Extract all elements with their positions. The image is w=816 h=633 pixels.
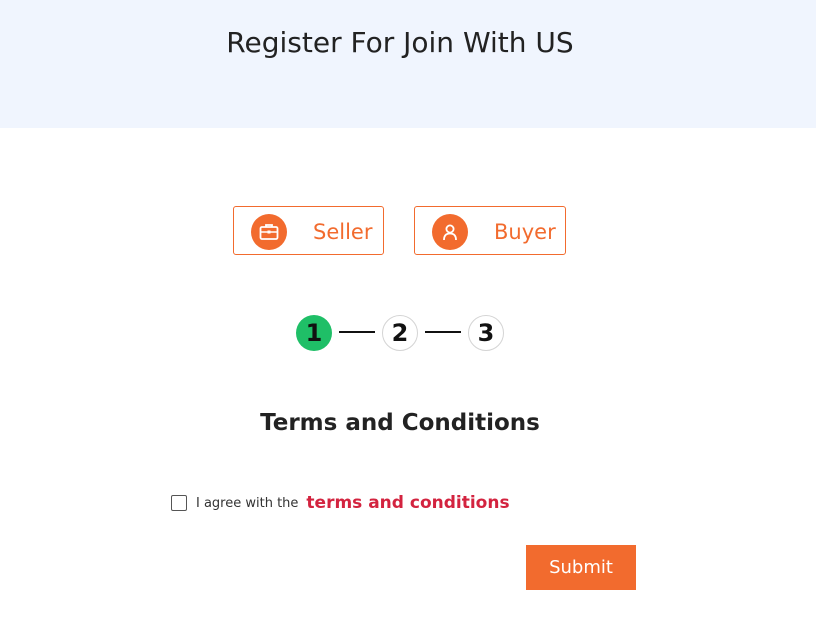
step-connector xyxy=(425,331,461,333)
section-title: Terms and Conditions xyxy=(260,410,540,436)
seller-button[interactable]: Seller xyxy=(233,206,384,255)
submit-button[interactable]: Submit xyxy=(526,545,636,590)
agree-text: I agree with the xyxy=(196,495,299,511)
buyer-button[interactable]: Buyer xyxy=(414,206,566,255)
step-3-indicator: 3 xyxy=(468,315,504,351)
briefcase-icon xyxy=(251,214,287,250)
page-header: Register For Join With US xyxy=(0,0,816,128)
buyer-label: Buyer xyxy=(494,220,556,244)
agree-checkbox[interactable] xyxy=(171,495,187,511)
user-icon xyxy=(432,214,468,250)
step-connector xyxy=(339,331,375,333)
page-title: Register For Join With US xyxy=(226,26,574,59)
seller-label: Seller xyxy=(313,220,373,244)
step-2-indicator: 2 xyxy=(382,315,418,351)
agreement-row: I agree with the terms and conditions xyxy=(171,492,510,514)
step-1-indicator: 1 xyxy=(296,315,332,351)
terms-link[interactable]: terms and conditions xyxy=(306,493,509,513)
